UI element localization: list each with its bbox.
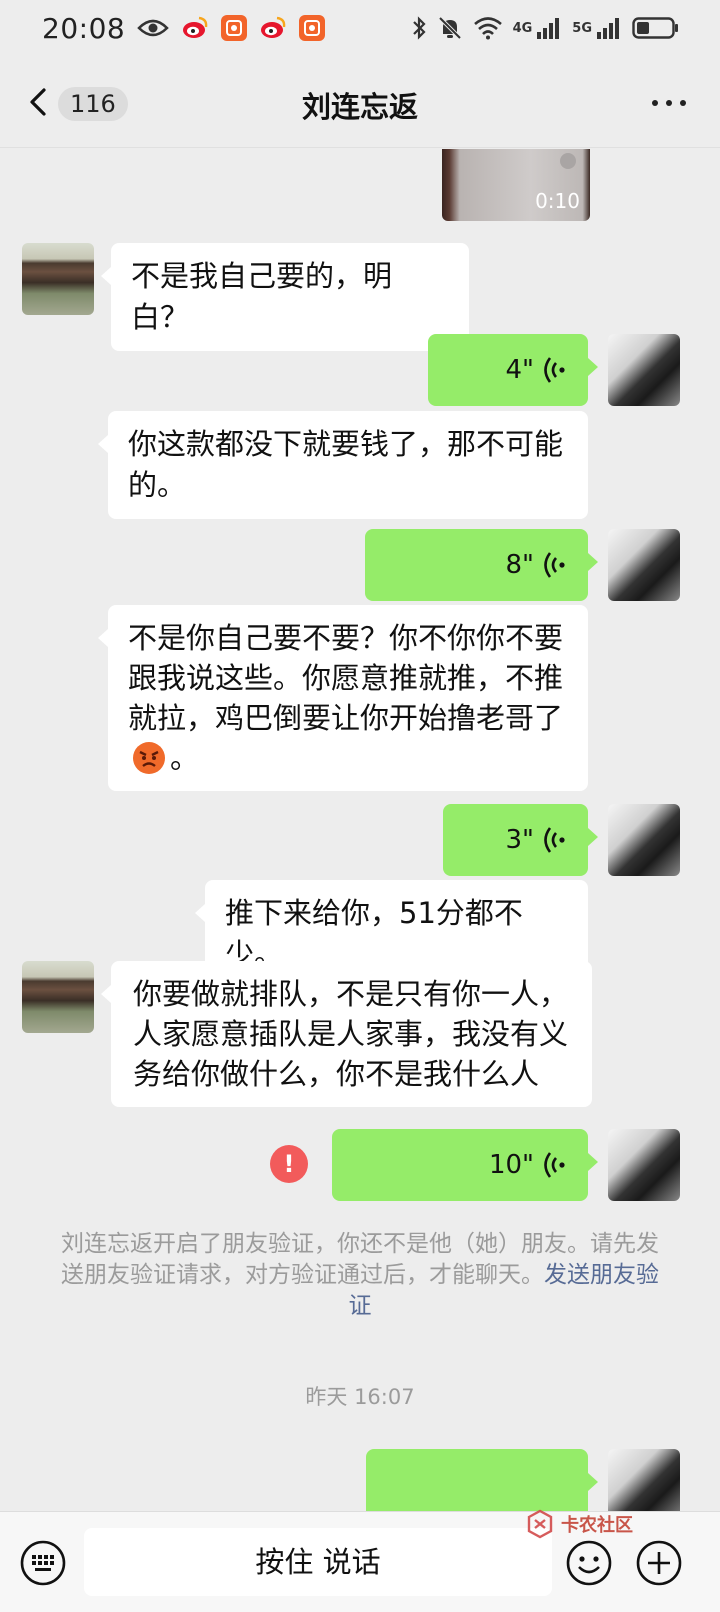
incoming-message[interactable]: 你要做就排队，不是只有你一人，人家愿意插队是人家事，我没有义务给你做什么，你不是…: [101, 961, 592, 1107]
voice-duration: 3": [505, 824, 534, 855]
more-actions-button[interactable]: [636, 1540, 682, 1586]
my-avatar[interactable]: [608, 1449, 680, 1511]
emoji-icon: [566, 1540, 612, 1586]
friend-verification-notice: 刘连忘返开启了朋友验证，你还不是他（她）朋友。请先发送朋友验证请求，对方验证通过…: [61, 1231, 659, 1319]
contact-avatar[interactable]: [22, 243, 94, 315]
outgoing-voice-message[interactable]: 3": [443, 804, 598, 876]
outgoing-voice-message[interactable]: 10": [332, 1129, 598, 1201]
send-failed-icon[interactable]: !: [270, 1145, 308, 1183]
status-time: 20:08: [42, 11, 126, 45]
voice-wave-icon: [544, 827, 565, 853]
signal-icon: [596, 16, 622, 40]
network-type-label: 5G: [572, 20, 592, 36]
outgoing-voice-message[interactable]: 4": [428, 334, 598, 406]
more-dots-icon: [652, 100, 658, 106]
my-avatar[interactable]: [608, 334, 680, 406]
weibo-icon: [259, 14, 287, 42]
contact-avatar[interactable]: [22, 961, 94, 1033]
voice-wave-icon: [544, 357, 565, 383]
watermark-logo-icon: [527, 1509, 553, 1539]
my-avatar[interactable]: [608, 804, 680, 876]
app-icon: [221, 15, 248, 41]
more-options-button[interactable]: [652, 100, 686, 110]
emoji-button[interactable]: [566, 1540, 612, 1586]
message-timestamp: 昨天 16:07: [305, 1385, 415, 1409]
voice-wave-icon: [544, 1152, 565, 1178]
chat-title: 刘连忘返: [301, 90, 418, 124]
eye-icon: [137, 18, 169, 38]
outgoing-message-partial[interactable]: [366, 1449, 598, 1511]
keyboard-toggle-button[interactable]: [20, 1540, 66, 1586]
keyboard-icon: [20, 1540, 66, 1586]
angry-face-icon: [132, 741, 166, 775]
video-duration: 0:10: [535, 189, 580, 213]
plus-icon: [636, 1540, 682, 1586]
incoming-message[interactable]: 不是我自己要的，明白？: [101, 243, 469, 351]
wifi-icon: [473, 16, 503, 40]
mute-bell-icon: [437, 15, 463, 41]
hold-to-talk-button[interactable]: 按住 说话: [84, 1528, 552, 1596]
voice-duration: 4": [505, 354, 534, 385]
my-avatar[interactable]: [608, 1129, 680, 1201]
outgoing-voice-message[interactable]: 8": [365, 529, 598, 601]
message-text: 不是你自己要不要？你不你你不要跟我说这些。你愿意推就推，不推就拉，鸡巴倒要让你开…: [128, 621, 564, 735]
chat-messages[interactable]: 0:10 不是我自己要的，明白？ 4" 你这款都没下就要钱了，那不可能的。 8"…: [0, 149, 720, 1511]
incoming-message[interactable]: 不是你自己要不要？你不你你不要跟我说这些。你愿意推就推，不推就拉，鸡巴倒要让你开…: [98, 605, 588, 791]
voice-duration: 10": [488, 1149, 534, 1180]
weibo-icon: [181, 14, 209, 42]
video-message[interactable]: 0:10: [442, 149, 590, 221]
network-type-label: 4G: [512, 20, 533, 36]
my-avatar[interactable]: [608, 529, 680, 601]
signal-icon: [536, 16, 562, 40]
voice-duration: 8": [505, 549, 534, 580]
battery-icon: [632, 16, 680, 40]
app-icon: [299, 15, 326, 41]
status-bar: 20:08 4G 5G: [0, 0, 720, 56]
bluetooth-icon: [411, 15, 427, 41]
incoming-message[interactable]: 你这款都没下就要钱了，那不可能的。: [98, 411, 588, 519]
community-watermark: 卡农社区: [525, 1503, 665, 1545]
voice-wave-icon: [544, 552, 565, 578]
chat-header: 116 刘连忘返: [0, 56, 720, 148]
